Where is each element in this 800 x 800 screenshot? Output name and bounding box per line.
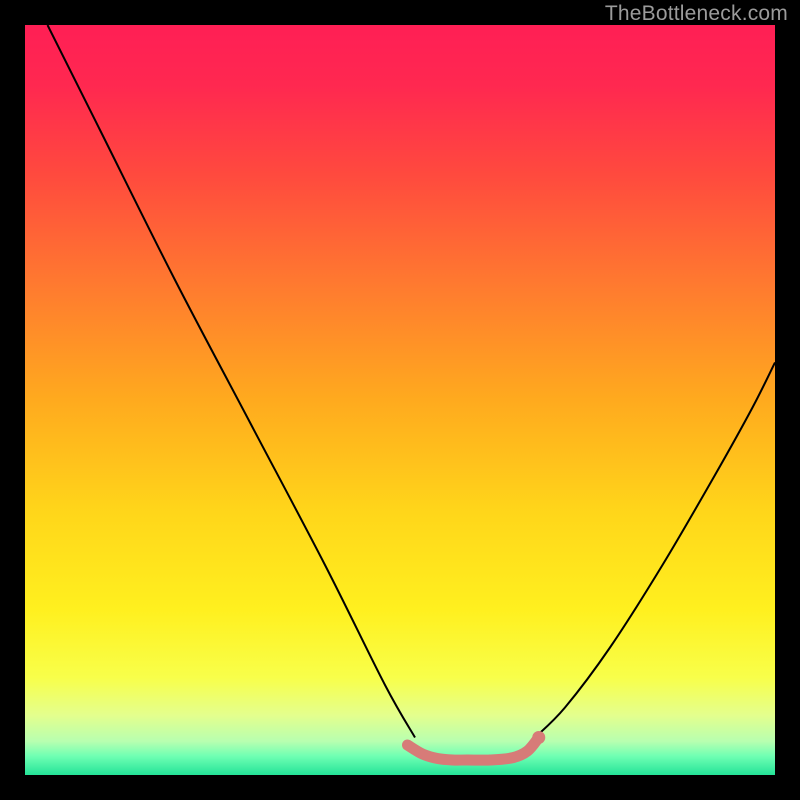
plot-area [25,25,775,775]
chart-frame: TheBottleneck.com [0,0,800,800]
marker-valley-end-dot [532,731,545,744]
series-left-branch [48,25,416,738]
series-valley-highlight [408,738,539,761]
watermark-text: TheBottleneck.com [605,2,788,26]
series-right-branch [535,363,775,738]
curve-layer [25,25,775,775]
